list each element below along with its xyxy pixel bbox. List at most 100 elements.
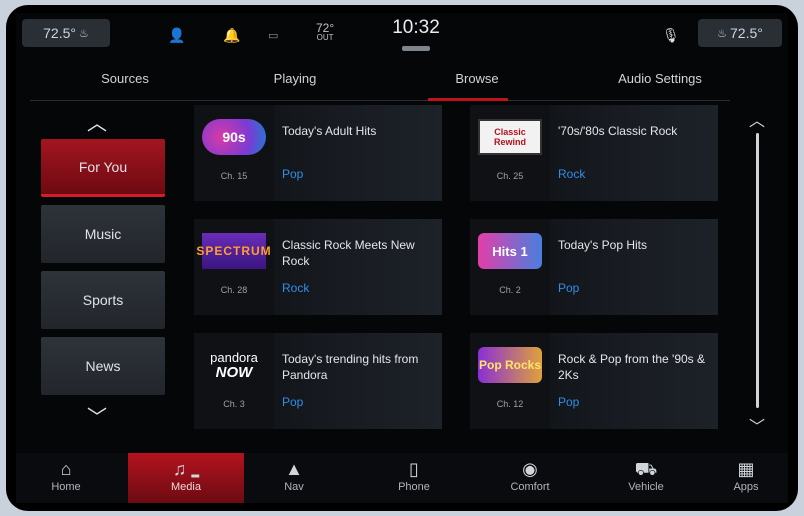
tab-label: Audio Settings: [618, 71, 702, 86]
station-channel: Ch. 12: [496, 399, 524, 409]
station-genre: Rock: [282, 281, 310, 295]
passenger-temp-value: 72.5°: [730, 25, 763, 41]
passenger-temp-button[interactable]: ♨ 72.5°: [698, 19, 782, 47]
category-news[interactable]: News: [41, 337, 165, 395]
battery-icon: ▭: [268, 30, 279, 42]
station-channel: Ch. 2: [499, 285, 521, 295]
pull-down-handle[interactable]: [402, 46, 430, 51]
music-note-icon: ♫ ▂: [172, 459, 200, 479]
station-channel: Ch. 3: [223, 399, 245, 409]
station-logo-area: Classic Rewind Ch. 25: [470, 105, 550, 201]
outside-temp-value: 72°: [316, 21, 335, 35]
nav-navigation[interactable]: ▲ Nav: [246, 453, 342, 503]
phone-icon: ▯: [409, 459, 419, 479]
tab-playing[interactable]: Playing: [240, 71, 350, 86]
nav-media[interactable]: ♫ ▂ Media: [128, 453, 244, 503]
nav-vehicle[interactable]: ⛟ Vehicle: [598, 453, 694, 503]
station-logo-text: 90s: [222, 129, 246, 145]
driver-profile-icon[interactable]: 👤: [168, 27, 185, 44]
station-logo: Hits 1: [478, 233, 542, 269]
nav-home[interactable]: ⌂ Home: [18, 453, 114, 503]
nav-comfort[interactable]: ◉ Comfort: [482, 453, 578, 503]
category-label: Music: [84, 226, 122, 242]
station-channel: Ch. 28: [220, 285, 248, 295]
station-logo-text: pandora: [210, 350, 258, 365]
station-card[interactable]: Pop Rocks Ch. 12 Rock & Pop from the '90…: [470, 333, 718, 429]
station-logo-area: SPECTRUM Ch. 28: [194, 219, 274, 315]
station-logo-text: Pop Rocks: [478, 358, 541, 372]
category-label: Sports: [82, 292, 124, 308]
vehicle-icon: ⛟: [634, 459, 658, 479]
station-logo-text: SPECTRUM: [196, 244, 272, 258]
station-description: Today's Adult Hits: [282, 124, 377, 138]
apps-grid-icon: ▦: [737, 459, 755, 479]
category-scroll-up-icon[interactable]: ︿: [82, 107, 112, 136]
station-description: Today's Pop Hits: [558, 238, 647, 252]
station-description: Today's trending hits from Pandora: [282, 352, 419, 382]
navigation-arrow-icon: ▲: [285, 459, 303, 479]
nav-label: Phone: [398, 481, 430, 493]
tab-label: Browse: [455, 71, 499, 86]
station-genre: Rock: [558, 167, 586, 181]
station-logo-area: pandora NOW Ch. 3: [194, 333, 274, 429]
station-card[interactable]: 90s Ch. 15 Today's Adult Hits Pop: [194, 105, 442, 201]
microphone-icon[interactable]: 🎙: [662, 27, 680, 44]
display-bezel: 72.5° ♨ 👤 🔔 ▭ 72° OUT 10:32 🎙 ♨ 72.5° So…: [6, 5, 798, 511]
notification-bell-icon[interactable]: 🔔: [223, 27, 240, 44]
category-music[interactable]: Music: [41, 205, 165, 263]
clock: 10:32: [392, 17, 440, 38]
station-logo: Pop Rocks: [478, 347, 542, 383]
driver-temp-value: 72.5°: [43, 25, 76, 41]
home-icon: ⌂: [60, 459, 72, 479]
station-card[interactable]: SPECTRUM Ch. 28 Classic Rock Meets New R…: [194, 219, 442, 315]
nav-label: Home: [51, 481, 81, 493]
station-logo-text: NOW: [215, 364, 253, 381]
outside-temp-label: OUT: [316, 33, 334, 42]
station-description: Classic Rock Meets New Rock: [282, 238, 415, 268]
station-channel: Ch. 25: [496, 171, 524, 181]
station-logo: SPECTRUM: [196, 233, 271, 269]
list-scrollbar[interactable]: [756, 133, 759, 408]
tab-label: Sources: [101, 71, 149, 86]
station-description: Rock & Pop from the '90s & 2Ks: [558, 352, 706, 382]
list-scroll-down-icon[interactable]: ﹀: [749, 413, 765, 437]
bottom-navigation-bar: ⌂ Home ♫ ▂ Media ▲ Nav ▯ Phone ◉ Comfort…: [16, 453, 788, 503]
station-channel: Ch. 15: [220, 171, 248, 181]
tab-browse[interactable]: Browse: [422, 71, 532, 86]
comfort-icon: ◉: [522, 459, 538, 479]
media-tab-bar: Sources Playing Browse Audio Settings: [30, 65, 730, 101]
category-scroll-down-icon[interactable]: ﹀: [82, 401, 112, 430]
station-card[interactable]: pandora NOW Ch. 3 Today's trending hits …: [194, 333, 442, 429]
infotainment-screen: 72.5° ♨ 👤 🔔 ▭ 72° OUT 10:32 🎙 ♨ 72.5° So…: [16, 13, 788, 503]
category-label: News: [85, 358, 121, 374]
category-for-you[interactable]: For You: [41, 139, 165, 197]
nav-phone[interactable]: ▯ Phone: [366, 453, 462, 503]
station-logo-area: 90s Ch. 15: [194, 105, 274, 201]
station-logo: pandora NOW: [202, 347, 266, 383]
nav-apps[interactable]: ▦ Apps: [706, 453, 786, 503]
station-logo-text: Hits 1: [492, 243, 528, 259]
seat-heat-icon: ♨: [717, 27, 727, 40]
tab-audio-settings[interactable]: Audio Settings: [590, 71, 730, 86]
station-logo-area: Pop Rocks Ch. 12: [470, 333, 550, 429]
station-genre: Pop: [558, 395, 580, 409]
active-tab-indicator: [428, 98, 508, 101]
station-genre: Pop: [282, 395, 304, 409]
station-logo: Classic Rewind: [478, 119, 542, 155]
category-sports[interactable]: Sports: [41, 271, 165, 329]
nav-label: Comfort: [510, 481, 550, 493]
station-description: '70s/'80s Classic Rock: [558, 124, 678, 138]
station-card[interactable]: Classic Rewind Ch. 25 '70s/'80s Classic …: [470, 105, 718, 201]
nav-label: Vehicle: [628, 481, 664, 493]
category-label: For You: [78, 158, 128, 175]
driver-temp-button[interactable]: 72.5° ♨: [22, 19, 110, 47]
tab-sources[interactable]: Sources: [70, 71, 180, 86]
seat-heat-icon: ♨: [78, 27, 89, 40]
station-genre: Pop: [558, 281, 580, 295]
station-card[interactable]: Hits 1 Ch. 2 Today's Pop Hits Pop: [470, 219, 718, 315]
nav-label: Apps: [733, 481, 759, 493]
nav-label: Nav: [284, 481, 304, 493]
station-logo-area: Hits 1 Ch. 2: [470, 219, 550, 315]
tab-label: Playing: [273, 71, 317, 86]
list-scroll-up-icon[interactable]: ︿: [749, 107, 765, 131]
